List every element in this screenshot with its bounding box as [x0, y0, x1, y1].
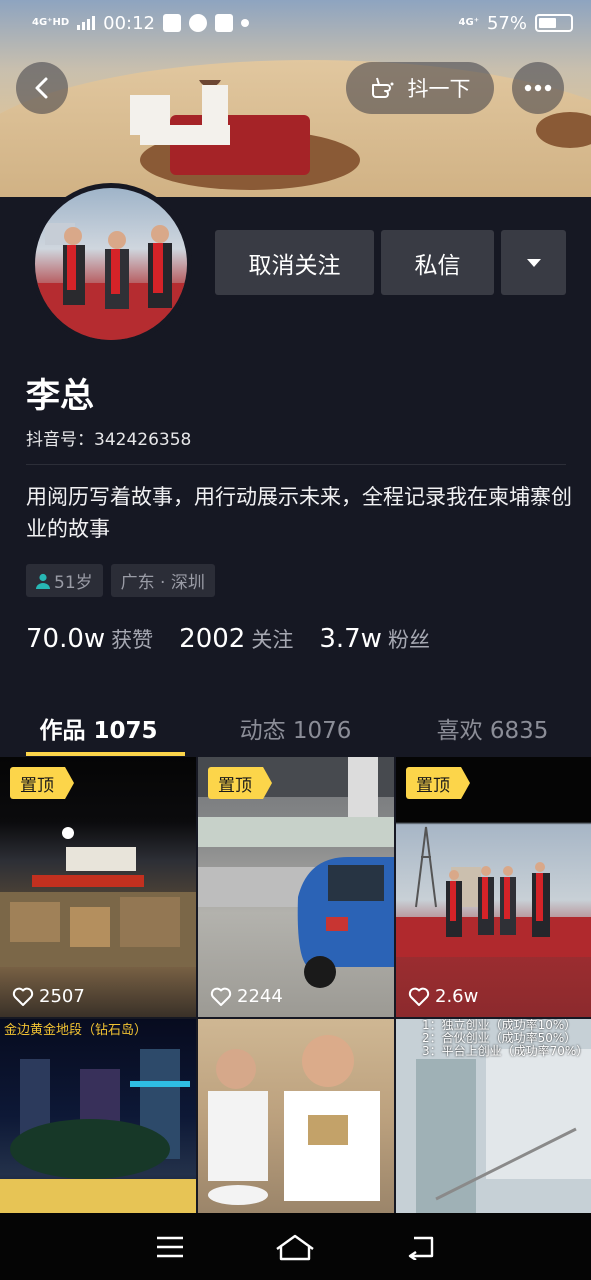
followers-label: 粉丝 [387, 628, 430, 652]
video-likes: 2507 [12, 986, 85, 1007]
profile-name: 李总 [26, 376, 94, 416]
followers-count: 3.7w [319, 624, 382, 654]
battery-percent: 57% [486, 12, 527, 34]
divider [26, 464, 566, 465]
notification-mail-icon [163, 14, 181, 32]
notification-facebook-icon [215, 14, 233, 32]
video-city-graphic [0, 1049, 196, 1213]
clock: 00:12 [103, 12, 155, 34]
status-bar: 4G⁺HD 00:12 4G⁺ 57% [0, 0, 591, 46]
pinned-badge: 置顶 [10, 767, 74, 799]
avatar-people-graphic [35, 223, 187, 340]
likes-label: 获赞 [111, 628, 154, 652]
tab-activity-label: 动态 1076 [239, 718, 352, 744]
tab-likes-label: 喜欢 6835 [436, 718, 549, 744]
shake-label: 抖一下 [407, 77, 471, 101]
tab-works-label: 作品 1075 [39, 718, 158, 744]
video-caption: 1：独立创业（成功率10%） 2：合伙创业（成功率50%） 3：平台上创业（成功… [422, 1019, 589, 1058]
profile-bio: 用阅历写着故事，用行动展示未来，全程记录我在柬埔寨创业的故事 [26, 485, 572, 541]
location-label: 广东 · 深圳 [120, 573, 205, 593]
following-count: 2002 [179, 624, 246, 654]
location-tag: 广东 · 深圳 [110, 564, 215, 597]
caret-down-icon [526, 258, 541, 267]
video-likes-count: 2244 [237, 986, 283, 1007]
video-thumbnail[interactable]: 置顶 2244 [198, 757, 394, 1017]
tab-activity[interactable]: 动态 1076 [197, 700, 394, 756]
video-thumbnail[interactable]: 置顶 2507 [0, 757, 196, 1017]
age-tag: 51岁 [26, 564, 103, 597]
video-likes-count: 2507 [39, 986, 85, 1007]
cover-camel-rider-graphic [130, 80, 360, 190]
following-label: 关注 [251, 628, 294, 652]
tab-works[interactable]: 作品 1075 [0, 700, 197, 756]
notification-dot-icon [241, 19, 249, 27]
system-nav-bar [0, 1213, 591, 1280]
video-dinner-graphic [208, 1035, 380, 1205]
menu-icon[interactable] [155, 1235, 185, 1259]
avatar[interactable] [30, 183, 192, 345]
tab-likes[interactable]: 喜欢 6835 [394, 700, 591, 756]
video-likes: 2.6w [408, 986, 478, 1007]
message-button[interactable]: 私信 [381, 230, 494, 295]
pointing-hand-icon [371, 77, 393, 98]
unfollow-button[interactable]: 取消关注 [215, 230, 374, 295]
network-type-right: 4G⁺ [458, 17, 479, 28]
content-tabs: 作品 1075 动态 1076 喜欢 6835 [0, 700, 591, 756]
video-grid: 置顶 2507 置顶 2244 置顶 2.6w 金边黄金地段（钻石岛） 1：独立… [0, 757, 591, 1213]
pinned-badge: 置顶 [406, 767, 470, 799]
douyin-id[interactable]: 抖音号：342426358 [26, 425, 191, 450]
profile-tags: 51岁 广东 · 深圳 [26, 564, 215, 597]
tab-active-indicator [26, 752, 185, 756]
likes-count: 70.0w [26, 624, 106, 654]
shake-button[interactable]: 抖一下 [346, 62, 494, 114]
video-thumbnail[interactable]: 1：独立创业（成功率10%） 2：合伙创业（成功率50%） 3：平台上创业（成功… [396, 1019, 591, 1213]
person-icon [36, 573, 50, 589]
more-button[interactable] [512, 62, 564, 114]
video-likes: 2244 [210, 986, 283, 1007]
signal-icon [77, 16, 96, 30]
heart-icon [408, 987, 430, 1006]
video-caption: 金边黄金地段（钻石岛） [4, 1023, 148, 1038]
battery-icon [535, 14, 573, 32]
age-label: 51岁 [54, 573, 93, 593]
home-icon[interactable] [275, 1233, 315, 1261]
network-type: 4G⁺HD [32, 17, 70, 28]
pinned-badge: 置顶 [208, 767, 272, 799]
heart-icon [12, 987, 34, 1006]
video-thumbnail[interactable]: 金边黄金地段（钻石岛） [0, 1019, 196, 1213]
likes-stat[interactable]: 70.0w 获赞 [26, 624, 153, 654]
video-thumbnail[interactable] [198, 1019, 394, 1213]
back-button[interactable] [16, 62, 68, 114]
followers-stat[interactable]: 3.7w 粉丝 [319, 624, 430, 654]
more-dots-icon [524, 84, 552, 92]
chevron-left-icon [35, 77, 48, 99]
heart-icon [210, 987, 232, 1006]
video-likes-count: 2.6w [435, 986, 479, 1007]
dropdown-button[interactable] [501, 230, 566, 295]
avatar-photo [35, 188, 187, 340]
video-thumbnail[interactable]: 置顶 2.6w [396, 757, 591, 1017]
profile-stats: 70.0w 获赞 2002 关注 3.7w 粉丝 [26, 624, 430, 654]
back-icon[interactable] [406, 1234, 436, 1260]
notification-app-icon [189, 14, 207, 32]
following-stat[interactable]: 2002 关注 [179, 624, 293, 654]
